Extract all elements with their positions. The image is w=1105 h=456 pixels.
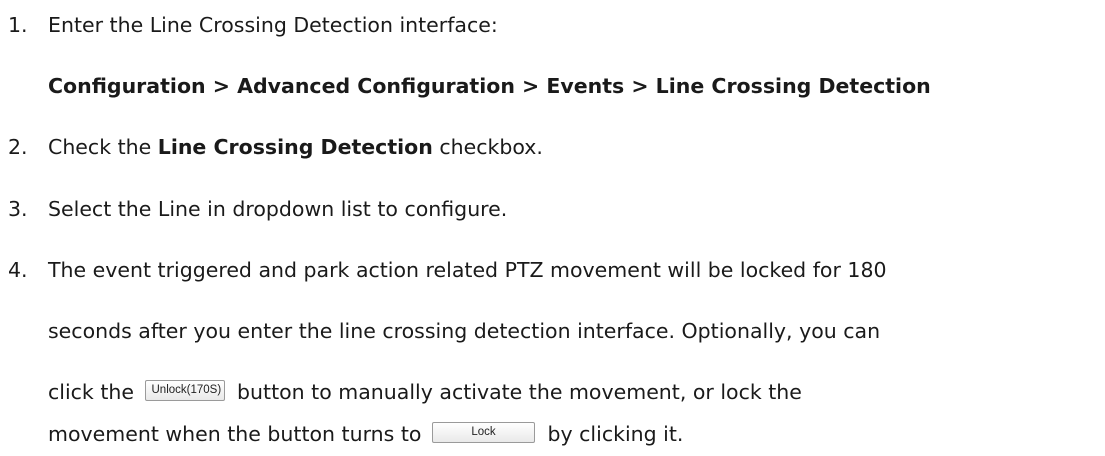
- step-4-line-1: 4. The event triggered and park action re…: [8, 256, 887, 284]
- step-1-text: Enter the Line Crossing Detection interf…: [48, 13, 498, 37]
- step-4-line-3-before: click the: [48, 380, 134, 404]
- document-page: 1. Enter the Line Crossing Detection inte…: [0, 0, 1105, 456]
- step-4-number: 4.: [8, 258, 28, 282]
- step-2-line: 2. Check the Line Crossing Detection chec…: [8, 133, 543, 161]
- step-3-number: 3.: [8, 197, 28, 221]
- step-4-line-4-before: movement when the button turns to: [48, 422, 422, 446]
- step-4-text-line-1: The event triggered and park action rela…: [48, 258, 887, 282]
- step-2-text-after: checkbox.: [432, 135, 543, 159]
- step-4-line-2: seconds after you enter the line crossin…: [48, 319, 881, 343]
- step-2-bold-term: Line Crossing Detection: [157, 135, 433, 159]
- unlock-button[interactable]: Unlock(170S): [144, 379, 225, 401]
- step-4-line-3: click the Unlock(170S) button to manuall…: [48, 378, 802, 406]
- step-4-line-3-after: button to manually activate the movement…: [237, 380, 802, 404]
- step-3-line: 3. Select the Line in dropdown list to co…: [8, 195, 507, 223]
- step-1-line: 1. Enter the Line Crossing Detection inte…: [8, 11, 498, 39]
- navigation-path: Configuration > Advanced Configuration >…: [48, 74, 931, 98]
- step-4-line-4-after: by clicking it.: [547, 422, 684, 446]
- step-1-number: 1.: [8, 13, 28, 37]
- step-2-number: 2.: [8, 135, 28, 159]
- step-3-text: Select the Line in dropdown list to conf…: [48, 197, 508, 221]
- step-4-line-4: movement when the button turns to Lock b…: [48, 420, 683, 448]
- lock-button[interactable]: Lock: [431, 421, 535, 443]
- step-2-text-before: Check the: [48, 135, 158, 159]
